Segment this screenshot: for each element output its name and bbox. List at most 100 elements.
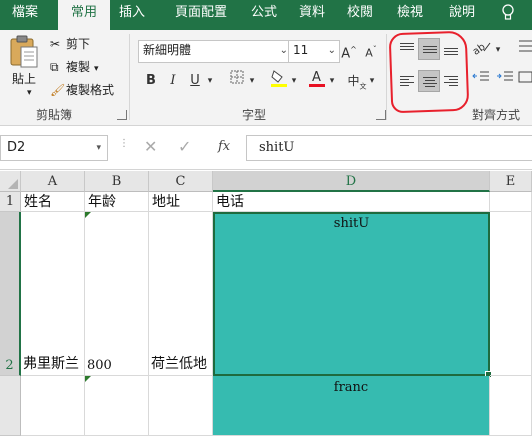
select-all-corner[interactable] [0, 171, 21, 192]
underline-dropdown-icon[interactable]: ▾ [204, 70, 216, 92]
column-header-e[interactable]: E [490, 171, 532, 192]
error-indicator-icon [85, 212, 91, 218]
paintbrush-icon: 🖌 [50, 83, 66, 97]
merge-center-icon[interactable] [517, 70, 532, 92]
cell-e2[interactable] [490, 212, 532, 376]
formula-bar-grip-icon[interactable]: ⋮ [119, 139, 129, 155]
error-indicator-icon [85, 376, 91, 382]
ribbon-tab-bar: 檔案 常用 插入 頁面配置 公式 資料 校閱 檢視 說明 [0, 0, 532, 30]
tab-file[interactable]: 檔案 [0, 0, 50, 30]
cell-a3[interactable] [21, 376, 85, 436]
column-header-d[interactable]: D [213, 171, 490, 192]
cell-d1[interactable]: 电话 [213, 192, 490, 212]
wrap-text-icon[interactable] [517, 38, 532, 60]
tab-view[interactable]: 檢視 [388, 0, 432, 30]
font-color-dropdown-icon[interactable]: ▾ [326, 70, 338, 92]
font-group-label: 字型 [242, 108, 267, 122]
column-header-c[interactable]: C [149, 171, 213, 192]
font-name-combo[interactable]: 新細明體 ⌄ [138, 40, 292, 63]
cut-label: 剪下 [66, 37, 91, 51]
cell-e3[interactable] [490, 376, 532, 436]
bold-button[interactable]: B [140, 70, 162, 92]
enter-check-icon[interactable]: ✓ [178, 137, 191, 156]
cell-a2-text: 弗里斯兰 [23, 356, 79, 372]
column-header-b[interactable]: B [85, 171, 149, 192]
name-box-value: D2 [7, 140, 26, 155]
cell-b1[interactable]: 年龄 [85, 192, 149, 212]
cell-c3[interactable] [149, 376, 213, 436]
cell-c2-text: 荷兰低地 [151, 356, 207, 372]
phonetic-icon[interactable]: 中文 [346, 70, 368, 92]
cell-b3[interactable] [85, 376, 149, 436]
cell-c2[interactable]: 荷兰低地 [149, 212, 213, 376]
copy-dropdown-icon[interactable]: ▾ [94, 64, 99, 74]
lightbulb-icon[interactable] [501, 4, 519, 24]
row-header-3[interactable] [0, 376, 21, 436]
cut-button[interactable]: ✂ 剪下 [50, 35, 90, 52]
tab-home[interactable]: 常用 [58, 0, 110, 30]
cell-d2[interactable]: shitU [213, 212, 492, 378]
tab-review[interactable]: 校閱 [340, 0, 380, 30]
copy-button[interactable]: ⧉ 複製 ▾ [50, 58, 99, 75]
group-divider [386, 34, 387, 120]
worksheet-grid: A B C D E 1 2 姓名 年龄 地址 电话 弗里斯兰 800 荷兰低地 … [0, 171, 532, 436]
row-header-2[interactable]: 2 [0, 212, 21, 376]
orientation-dropdown-icon[interactable]: ▾ [493, 39, 503, 61]
paste-button[interactable]: 貼上 [12, 70, 36, 87]
font-size-combo[interactable]: 11 ⌄ [288, 40, 340, 63]
cell-b2-text: 800 [87, 358, 112, 373]
paste-icon[interactable] [8, 34, 42, 70]
grow-font-icon[interactable]: A^ [338, 39, 360, 61]
format-painter-button[interactable]: 🖌複製格式 [50, 81, 114, 98]
cell-c1[interactable]: 地址 [149, 192, 213, 212]
underline-button[interactable]: U [184, 70, 206, 92]
tab-help[interactable]: 說明 [440, 0, 484, 30]
font-launcher-icon[interactable] [376, 110, 386, 120]
cancel-icon[interactable]: ✕ [144, 137, 157, 156]
clipboard-group-label: 剪貼簿 [36, 108, 73, 122]
format-painter-label: 複製格式 [66, 83, 115, 97]
row-header-1[interactable]: 1 [0, 192, 21, 212]
cell-a2[interactable]: 弗里斯兰 [21, 212, 85, 376]
scissors-icon: ✂ [50, 37, 61, 51]
cell-d2-text: shitU [333, 216, 370, 231]
fill-color-icon[interactable] [268, 68, 290, 90]
phonetic-dropdown-icon[interactable]: ▾ [366, 70, 378, 92]
insert-function-icon[interactable]: fx [218, 139, 230, 154]
svg-text:ab: ab [471, 42, 488, 56]
formula-input[interactable]: shitU [246, 135, 532, 161]
font-color-icon[interactable]: A [306, 68, 328, 90]
name-box[interactable]: D2 ▾ [0, 135, 108, 161]
italic-button[interactable]: I [162, 70, 184, 92]
font-name-value: 新細明體 [143, 43, 192, 57]
cell-d3-text: franc [333, 380, 369, 395]
cell-b2[interactable]: 800 [85, 212, 149, 376]
group-divider [129, 34, 130, 120]
annotation-circle [388, 30, 470, 114]
paste-dropdown-icon[interactable]: ▾ [27, 88, 32, 98]
chevron-down-icon: ⌄ [327, 45, 336, 56]
name-box-dropdown-icon[interactable]: ▾ [96, 136, 101, 160]
fill-color-dropdown-icon[interactable]: ▾ [288, 70, 300, 92]
borders-dropdown-icon[interactable]: ▾ [246, 70, 258, 92]
tab-data[interactable]: 資料 [290, 0, 334, 30]
formula-controls: ✕ ✓ fx [128, 135, 240, 161]
tab-insert[interactable]: 插入 [112, 0, 152, 30]
shrink-font-icon[interactable]: Aˇ [360, 39, 382, 61]
copy-label: 複製 [66, 60, 91, 74]
column-header-a[interactable]: A [21, 171, 85, 192]
cell-d3[interactable]: franc [213, 376, 490, 436]
tab-formulas[interactable]: 公式 [242, 0, 286, 30]
clipboard-launcher-icon[interactable] [117, 110, 127, 120]
increase-indent-icon[interactable] [494, 70, 516, 92]
decrease-indent-icon[interactable] [470, 70, 492, 92]
copy-icon: ⧉ [50, 60, 59, 74]
chevron-down-icon: ⌄ [279, 45, 288, 56]
tab-page-layout[interactable]: 頁面配置 [160, 0, 242, 30]
cell-a1[interactable]: 姓名 [21, 192, 85, 212]
alignment-group-label: 對齊方式 [472, 108, 521, 122]
orientation-icon[interactable]: ab [470, 38, 494, 60]
cell-e1[interactable] [490, 192, 532, 212]
svg-text:A: A [312, 70, 321, 85]
borders-icon[interactable] [226, 70, 248, 92]
